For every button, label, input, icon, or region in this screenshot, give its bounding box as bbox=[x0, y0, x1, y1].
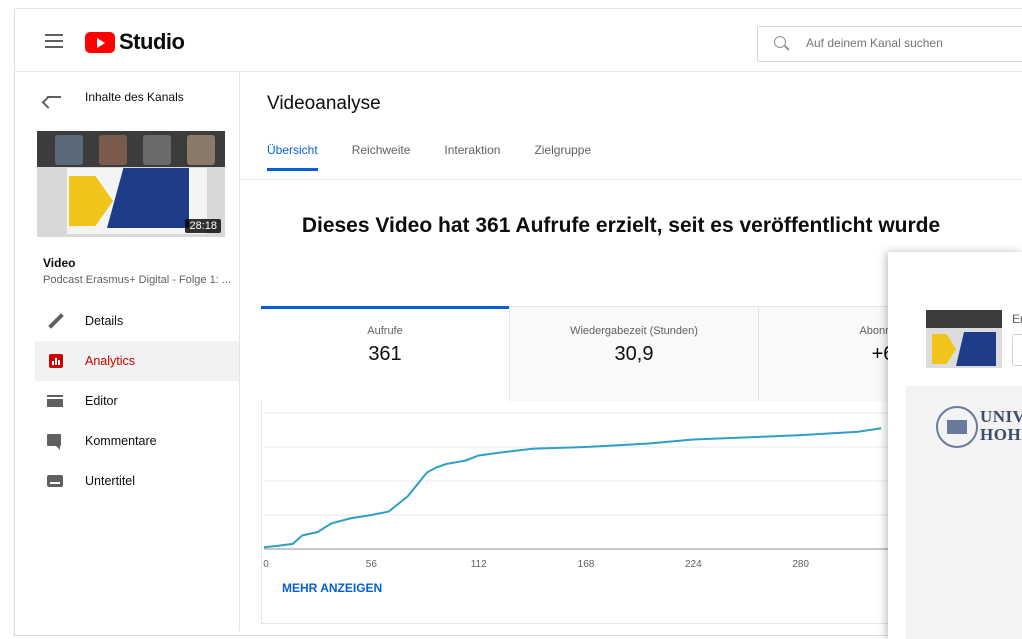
tab-audience[interactable]: Zielgruppe bbox=[534, 143, 591, 171]
video-label: Video bbox=[43, 256, 76, 270]
video-duration: 28:18 bbox=[185, 219, 221, 233]
analytics-icon bbox=[47, 352, 65, 370]
institution-name: UNIVI HOHI bbox=[980, 408, 1022, 444]
views-series-line bbox=[263, 427, 882, 549]
top-bar: Studio bbox=[15, 9, 1022, 72]
youtube-play-icon bbox=[85, 31, 115, 53]
institution-line-2: HOHI bbox=[980, 425, 1022, 444]
sidebar: Inhalte des Kanals 28:18 Video Podcast E… bbox=[35, 71, 240, 631]
x-tick-label: 56 bbox=[366, 559, 378, 570]
overlay-video-thumbnail bbox=[926, 310, 1002, 368]
back-label: Inhalte des Kanals bbox=[85, 90, 184, 104]
metric-label: Aufrufe bbox=[367, 325, 403, 337]
metric-label: Wiedergabezeit (Stunden) bbox=[570, 325, 698, 337]
sidebar-item-subtitles[interactable]: Untertitel bbox=[35, 461, 239, 501]
tabs-divider bbox=[241, 179, 1022, 180]
overlay-document-preview: UNIVI HOHI bbox=[906, 386, 1022, 639]
comment-icon bbox=[47, 432, 65, 450]
x-tick-label: 280 bbox=[792, 559, 809, 570]
metric-value: 361 bbox=[368, 343, 402, 365]
search-box[interactable] bbox=[757, 26, 1022, 62]
x-tick-label: 168 bbox=[578, 559, 595, 570]
tab-engagement[interactable]: Interaktion bbox=[444, 143, 500, 171]
institution-line-1: UNIVI bbox=[980, 407, 1022, 426]
x-tick-label: 0 bbox=[263, 559, 269, 570]
search-input[interactable] bbox=[804, 35, 1022, 51]
video-thumbnail[interactable]: 28:18 bbox=[37, 131, 225, 237]
views-chart-svg: 0 56 112 168 224 280 bbox=[263, 412, 908, 570]
sidebar-item-label: Analytics bbox=[85, 354, 136, 368]
sidebar-item-label: Untertitel bbox=[85, 474, 136, 488]
tab-overview[interactable]: Übersicht bbox=[267, 143, 318, 171]
sidebar-item-editor[interactable]: Editor bbox=[35, 381, 239, 421]
sidebar-item-label: Kommentare bbox=[85, 434, 157, 448]
film-icon bbox=[47, 392, 65, 410]
sidebar-nav: Details Analytics Editor Kommentare Unte… bbox=[35, 301, 239, 501]
back-to-channel-content[interactable]: Inhalte des Kanals bbox=[35, 83, 239, 111]
subtitles-icon bbox=[47, 472, 65, 490]
sidebar-item-label: Editor bbox=[85, 394, 118, 408]
arrow-left-icon[interactable] bbox=[47, 96, 61, 98]
metric-value: 30,9 bbox=[614, 343, 654, 365]
x-tick-label: 112 bbox=[471, 559, 487, 570]
analytics-tabs: Übersicht Reichweite Interaktion Zielgru… bbox=[267, 143, 625, 171]
logo-text: Studio bbox=[119, 29, 185, 54]
tab-reach[interactable]: Reichweite bbox=[352, 143, 411, 171]
overlay-title-fragment: Er bbox=[1012, 312, 1022, 326]
search-icon[interactable] bbox=[774, 36, 786, 48]
thumbnail-participants bbox=[37, 131, 225, 167]
summary-headline: Dieses Video hat 361 Aufrufe erzielt, se… bbox=[301, 214, 941, 237]
overlay-input-field[interactable] bbox=[1012, 334, 1022, 366]
x-tick-label: 224 bbox=[685, 559, 702, 570]
video-title: Podcast Erasmus+ Digital - Folge 1: ... bbox=[43, 274, 231, 286]
sidebar-item-label: Details bbox=[85, 314, 124, 328]
sidebar-item-analytics[interactable]: Analytics bbox=[35, 341, 239, 381]
pencil-icon bbox=[47, 312, 65, 330]
studio-window: Studio Inhalte des Kanals 28:18 Video bbox=[14, 8, 1022, 636]
page-title: Videoanalyse bbox=[267, 93, 381, 114]
sidebar-item-comments[interactable]: Kommentare bbox=[35, 421, 239, 461]
overlay-window: Er UNIVI HOHI bbox=[888, 252, 1022, 639]
university-seal-icon bbox=[936, 406, 978, 448]
metric-card-watchtime[interactable]: Wiedergabezeit (Stunden) 30,9 bbox=[510, 307, 759, 401]
show-more-link[interactable]: MEHR ANZEIGEN bbox=[282, 581, 382, 595]
menu-icon[interactable] bbox=[45, 34, 63, 48]
sidebar-item-details[interactable]: Details bbox=[35, 301, 239, 341]
metric-card-views[interactable]: Aufrufe 361 bbox=[261, 306, 510, 401]
studio-logo[interactable]: Studio bbox=[85, 29, 185, 55]
